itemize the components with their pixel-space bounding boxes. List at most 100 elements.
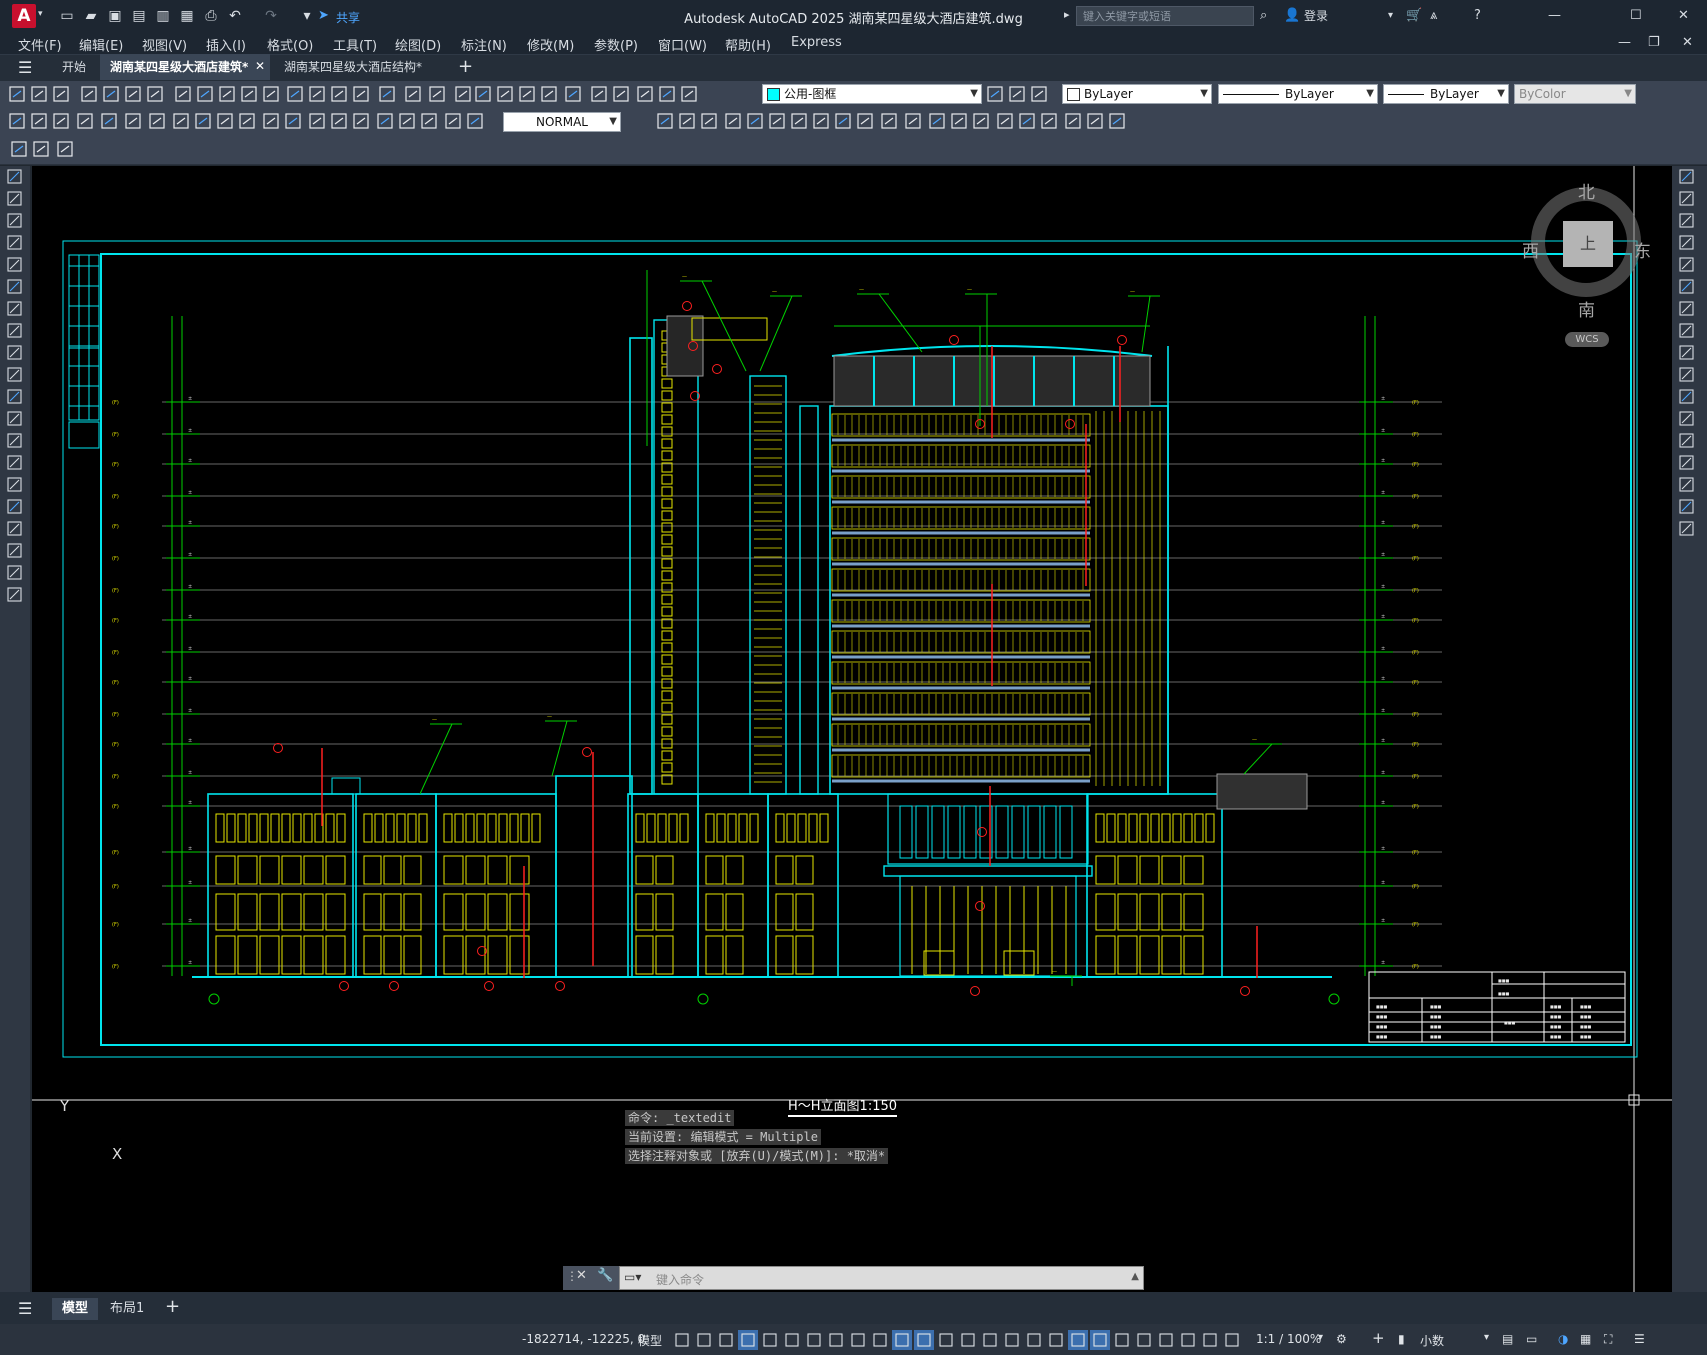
- maximize-icon[interactable]: ☐: [1630, 6, 1642, 26]
- status-toggle-icon[interactable]: [1137, 1333, 1151, 1347]
- tab-architecture-drawing[interactable]: 湖南某四星级大酒店建筑*: [100, 54, 270, 80]
- quick-properties-icon[interactable]: ▤: [1502, 1332, 1513, 1346]
- draw-tool-icon[interactable]: [7, 169, 22, 184]
- draw-tool-icon[interactable]: [7, 477, 22, 492]
- toolbar-button-icon[interactable]: [31, 86, 47, 102]
- new-tab-plus-icon[interactable]: +: [458, 56, 473, 77]
- status-toggle-icon[interactable]: [675, 1333, 689, 1347]
- command-history-toggle-icon[interactable]: ▲: [1131, 1271, 1139, 1282]
- menu-edit[interactable]: 编辑(E): [79, 35, 123, 54]
- status-toggle-icon[interactable]: [1090, 1330, 1110, 1350]
- modify-button-icon[interactable]: [813, 113, 829, 129]
- dimension-button-icon[interactable]: [149, 113, 165, 129]
- chevron-down-icon[interactable]: ▾: [1388, 6, 1393, 26]
- toolbar-button-icon[interactable]: [309, 86, 325, 102]
- dimension-button-icon[interactable]: [217, 113, 233, 129]
- doc-restore-icon[interactable]: ❐: [1648, 35, 1660, 50]
- close-icon[interactable]: ✕: [1678, 6, 1689, 26]
- toolbar-button-icon[interactable]: [613, 86, 629, 102]
- draw-tool-icon[interactable]: [7, 301, 22, 316]
- toolbar-button-icon[interactable]: [175, 86, 191, 102]
- hamburger-menu-icon[interactable]: ☰: [18, 58, 32, 77]
- viewcube-east[interactable]: 东: [1634, 237, 1651, 262]
- modify-button-icon[interactable]: [747, 113, 763, 129]
- redo-icon[interactable]: ↷: [262, 7, 280, 25]
- status-toggle-icon[interactable]: [983, 1333, 997, 1347]
- toolbar-button-icon[interactable]: [125, 86, 141, 102]
- search-icon[interactable]: ⌕: [1260, 6, 1267, 26]
- menu-window[interactable]: 窗口(W): [658, 35, 707, 54]
- modify-palette-icons[interactable]: [1676, 168, 1704, 568]
- status-toggle-icon[interactable]: [697, 1333, 711, 1347]
- dimension-button-icon[interactable]: [421, 113, 437, 129]
- open-file-icon[interactable]: ▰: [82, 7, 100, 25]
- modify-button-icon[interactable]: [997, 113, 1013, 129]
- modify-button-icon[interactable]: [657, 113, 673, 129]
- draw-tool-icon[interactable]: [7, 279, 22, 294]
- modify-button-icon[interactable]: [1019, 113, 1035, 129]
- modify-button-icon[interactable]: [973, 113, 989, 129]
- toolbar-button-icon[interactable]: [53, 86, 69, 102]
- menu-modify[interactable]: 修改(M): [527, 35, 574, 54]
- workspace-gear-icon[interactable]: ⚙: [1336, 1332, 1347, 1346]
- toolbar-button-icon[interactable]: [197, 86, 213, 102]
- status-toggle-icon[interactable]: [738, 1330, 758, 1350]
- status-toggle-icon[interactable]: [914, 1330, 934, 1350]
- viewcube-north[interactable]: 北: [1578, 178, 1595, 203]
- layout-menu-icon[interactable]: ☰: [18, 1299, 32, 1318]
- modify-tool-icon[interactable]: [1679, 191, 1694, 206]
- toolbar-button-icon[interactable]: [379, 86, 395, 102]
- modify-button-icon[interactable]: [725, 113, 741, 129]
- draw-tool-icon[interactable]: [7, 587, 22, 602]
- toolbar-button-icon[interactable]: [659, 86, 675, 102]
- dimension-button-icon[interactable]: [467, 113, 483, 129]
- modify-button-icon[interactable]: [679, 113, 695, 129]
- draw-tool-icon[interactable]: [7, 499, 22, 514]
- modify-button-icon[interactable]: [701, 113, 717, 129]
- status-toggle-icon[interactable]: [1068, 1330, 1088, 1350]
- extra-button-icon[interactable]: [33, 141, 49, 157]
- close-command-icon[interactable]: ✕: [576, 1268, 587, 1283]
- toolbar-button-icon[interactable]: [541, 86, 557, 102]
- dimension-button-icon[interactable]: [263, 113, 279, 129]
- graphics-perf-icon[interactable]: ▦: [1580, 1332, 1591, 1346]
- dimension-button-icon[interactable]: [331, 113, 347, 129]
- modify-button-icon[interactable]: [835, 113, 851, 129]
- dimension-button-icon[interactable]: [9, 113, 25, 129]
- user-icon[interactable]: 👤: [1284, 6, 1300, 26]
- modify-button-icon[interactable]: [1065, 113, 1081, 129]
- modify-tool-icon[interactable]: [1679, 279, 1694, 294]
- draw-tool-icon[interactable]: [7, 433, 22, 448]
- draw-tool-icon[interactable]: [7, 213, 22, 228]
- menu-help[interactable]: 帮助(H): [725, 35, 771, 54]
- annotation-scale[interactable]: 1:1 / 100%: [1256, 1332, 1321, 1346]
- modify-button-icon[interactable]: [881, 113, 897, 129]
- menu-insert[interactable]: 插入(I): [206, 35, 246, 54]
- status-toggle-icon[interactable]: [1225, 1333, 1239, 1347]
- chevron-down-icon[interactable]: ▾: [38, 9, 43, 19]
- minimize-icon[interactable]: —: [1548, 6, 1561, 26]
- draw-tool-icon[interactable]: [7, 521, 22, 536]
- modify-tool-icon[interactable]: [1679, 455, 1694, 470]
- modify-tool-icon[interactable]: [1679, 521, 1694, 536]
- tab-start[interactable]: 开始: [52, 54, 96, 80]
- lineweight-dropdown[interactable]: ByLayer ▼: [1383, 84, 1509, 104]
- autodesk-app-icon[interactable]: ⩓: [1430, 6, 1437, 26]
- save-icon[interactable]: ▣: [106, 7, 124, 25]
- customize-status-icon[interactable]: ☰: [1634, 1332, 1645, 1346]
- draw-tool-icon[interactable]: [7, 565, 22, 580]
- command-prompt-icon[interactable]: ▭▾: [624, 1270, 641, 1284]
- save-as-icon[interactable]: ▤: [130, 7, 148, 25]
- customize-wrench-icon[interactable]: 🔧: [597, 1268, 613, 1283]
- help-icon[interactable]: ?: [1474, 6, 1481, 26]
- draw-tool-icon[interactable]: [7, 543, 22, 558]
- modify-tool-icon[interactable]: [1679, 433, 1694, 448]
- status-toggle-icon[interactable]: [892, 1330, 912, 1350]
- model-space-toggle[interactable]: 模型: [638, 1332, 662, 1349]
- status-toggle-icon[interactable]: [939, 1333, 953, 1347]
- viewcube-south[interactable]: 南: [1578, 296, 1595, 321]
- modify-button-icon[interactable]: [905, 113, 921, 129]
- toolbar-button-icon[interactable]: [681, 86, 697, 102]
- draw-palette-icons[interactable]: [4, 168, 28, 618]
- modify-tool-icon[interactable]: [1679, 367, 1694, 382]
